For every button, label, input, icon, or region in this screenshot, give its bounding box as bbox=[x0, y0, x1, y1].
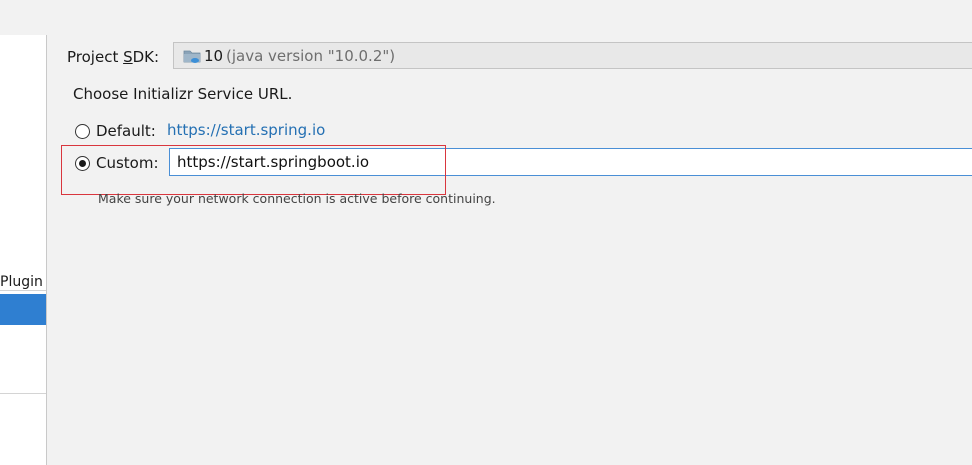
dialog-top-area bbox=[0, 0, 972, 35]
project-sdk-label: Project SDK: bbox=[67, 48, 160, 66]
choose-url-label: Choose Initializr Service URL. bbox=[73, 85, 293, 103]
custom-url-input[interactable] bbox=[169, 148, 972, 176]
project-sdk-dropdown[interactable]: 10 (java version "10.0.2") bbox=[173, 42, 972, 69]
sdk-version-detail: (java version "10.0.2") bbox=[226, 47, 396, 65]
sidebar: Plugin bbox=[0, 35, 47, 465]
network-hint: Make sure your network connection is act… bbox=[98, 191, 496, 206]
sidebar-item-selected[interactable] bbox=[0, 294, 46, 325]
default-radio[interactable] bbox=[75, 124, 90, 139]
sidebar-divider bbox=[0, 290, 46, 291]
custom-radio[interactable] bbox=[75, 156, 90, 171]
custom-radio-label[interactable]: Custom: bbox=[96, 153, 159, 173]
radio-selected-dot bbox=[79, 160, 86, 167]
default-url-link[interactable]: https://start.spring.io bbox=[167, 120, 325, 140]
folder-icon bbox=[183, 50, 201, 63]
sdk-version: 10 bbox=[204, 47, 224, 65]
default-radio-label[interactable]: Default: bbox=[96, 121, 156, 141]
sidebar-divider bbox=[0, 393, 46, 394]
